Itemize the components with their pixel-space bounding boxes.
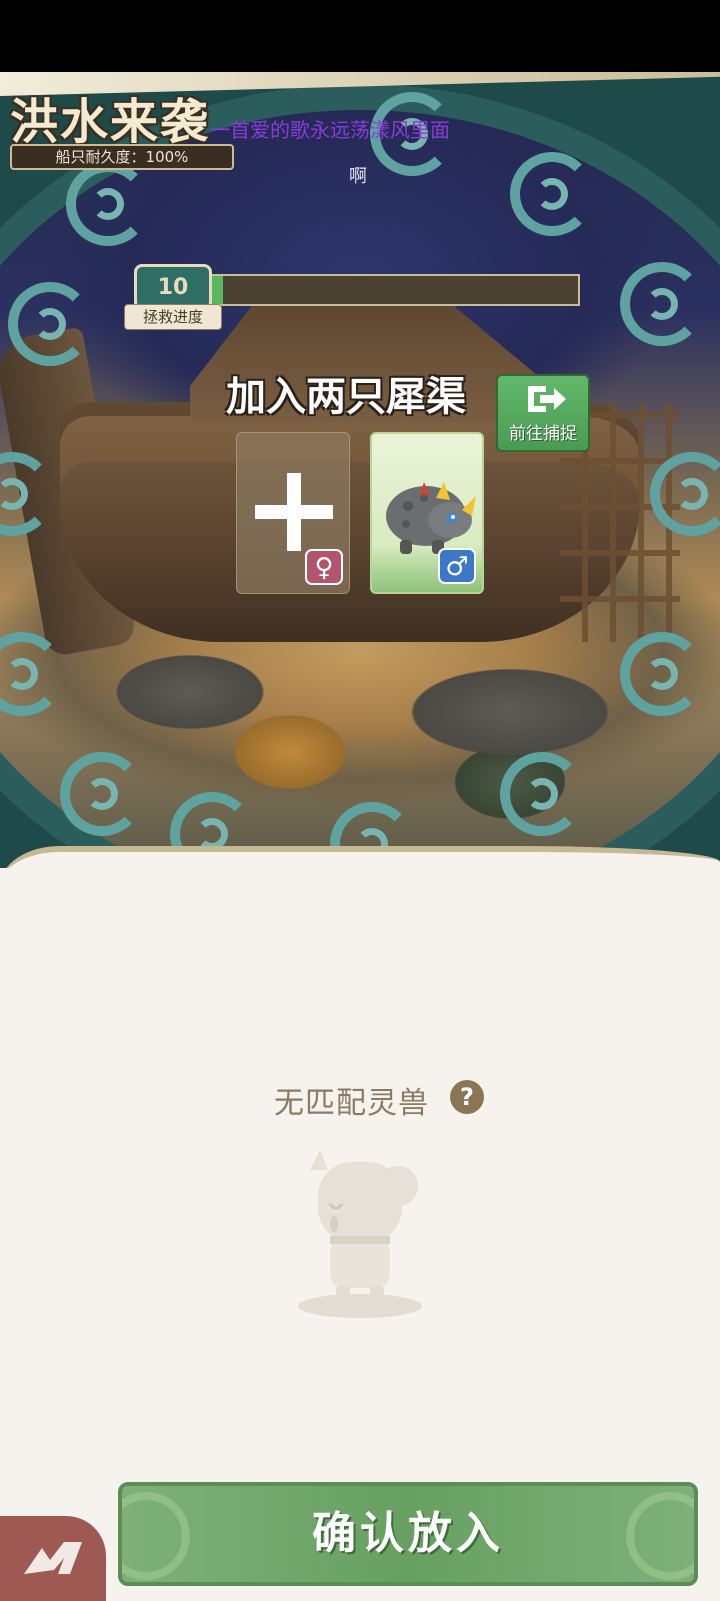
female-slot[interactable]: ♀ [236,432,350,594]
join-prompt: 加入两只犀渠 [226,374,466,420]
go-capture-button[interactable]: 前往捕捉 [496,374,590,452]
scrolling-lyric: 一首爱的歌永远荡漾风里面 [210,118,450,142]
lightning-icon [24,1542,82,1574]
status-bar [0,0,720,72]
ship-durability: 船只耐久度：100% [10,144,234,170]
male-icon: ♂ [438,548,476,584]
progress-label: 拯救进度 [124,304,222,330]
event-title: 洪水来袭 [10,94,211,150]
confirm-place-label: 确认放入 [312,1508,504,1559]
progress-fill [212,276,223,304]
plus-icon [255,473,333,551]
ark-scene [0,72,720,872]
help-icon[interactable]: ? [450,1080,484,1114]
male-slot[interactable]: ♂ [370,432,484,594]
empty-state-text: 无匹配灵兽 [274,1086,429,1121]
go-capture-label: 前往捕捉 [509,424,577,444]
confirm-place-button[interactable]: 确认放入 [118,1482,698,1586]
progress-track [210,274,580,306]
female-icon: ♀ [305,549,343,585]
lyric-line-2: 啊 [349,166,367,187]
rocks-foreground [90,632,650,832]
ticket-icon-text: 10 [157,274,189,300]
corner-menu-button[interactable] [0,1516,106,1601]
empty-beast-illustration [298,1150,422,1318]
exit-arrow-icon [528,386,566,412]
